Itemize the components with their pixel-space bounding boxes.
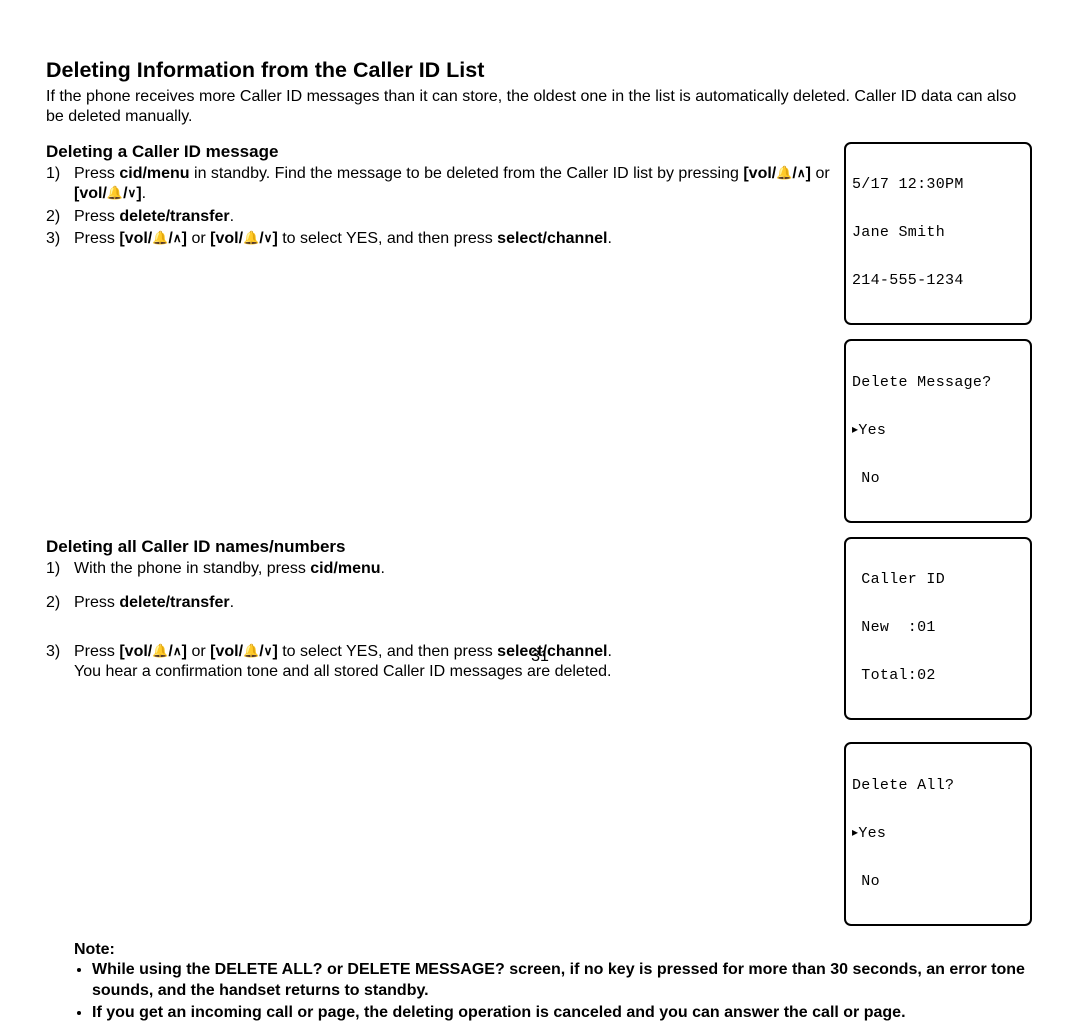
key-cid-menu: cid/menu (310, 560, 380, 577)
section-a-steps: Press cid/menu in standby. Find the mess… (46, 164, 836, 250)
bell-icon: 🔔 (776, 166, 792, 179)
chevron-up-icon: ∧ (173, 232, 182, 244)
key-delete-transfer: delete/transfer (119, 594, 229, 611)
section-b-body: Deleting all Caller ID names/numbers Wit… (46, 537, 844, 693)
lcd-line: No (852, 471, 1024, 487)
note-label: Note: (74, 941, 115, 958)
bell-icon: 🔔 (243, 231, 259, 244)
lcd-line: Jane Smith (852, 225, 1024, 241)
step-b1: With the phone in standby, press cid/men… (46, 559, 836, 591)
manual-page: Deleting Information from the Caller ID … (0, 0, 1080, 688)
lcd-delete-message-prompt: Delete Message? ▸Yes No (844, 339, 1032, 523)
section-b-heading: Deleting all Caller ID names/numbers (46, 537, 836, 557)
page-title: Deleting Information from the Caller ID … (46, 58, 1032, 83)
page-number: 31 (0, 648, 1080, 666)
lcd-line: ▸Yes (852, 826, 1024, 842)
bell-icon: 🔔 (107, 186, 123, 199)
intro-paragraph: If the phone receives more Caller ID mes… (46, 87, 1032, 128)
key-vol-up: [vol/🔔/∧] (119, 230, 187, 247)
step-a1: Press cid/menu in standby. Find the mess… (46, 164, 836, 205)
section-a-screens: 5/17 12:30PM Jane Smith 214-555-1234 Del… (844, 142, 1032, 537)
bell-icon: 🔔 (152, 231, 168, 244)
lcd-delete-all-prompt: Delete All? ▸Yes No (844, 742, 1032, 926)
section-delete-all: Deleting all Caller ID names/numbers Wit… (46, 537, 1032, 940)
section-a-body: Deleting a Caller ID message Press cid/m… (46, 142, 844, 260)
note-list: While using the DELETE ALL? or DELETE ME… (74, 960, 1032, 1023)
step-a3: Press [vol/🔔/∧] or [vol/🔔/∨] to select Y… (46, 229, 836, 249)
lcd-caller-id-summary: Caller ID New :01 Total:02 (844, 537, 1032, 721)
section-a-heading: Deleting a Caller ID message (46, 142, 836, 162)
lcd-line: Caller ID (852, 572, 1024, 588)
step-a2: Press delete/transfer. (46, 207, 836, 227)
section-b-screens: Caller ID New :01 Total:02 Delete All? ▸… (844, 537, 1032, 940)
key-vol-down: [vol/🔔/∨] (210, 230, 278, 247)
section-delete-single: Deleting a Caller ID message Press cid/m… (46, 142, 1032, 537)
lcd-line: No (852, 874, 1024, 890)
note-block: Note: While using the DELETE ALL? or DEL… (74, 940, 1032, 1024)
lcd-line: ▸Yes (852, 423, 1024, 439)
key-vol-down: [vol/🔔/∨] (74, 185, 142, 202)
key-vol-up: [vol/🔔/∧] (743, 165, 811, 182)
lcd-line: 214-555-1234 (852, 273, 1024, 289)
step-b2: Press delete/transfer. (46, 593, 836, 639)
lcd-caller-id-entry: 5/17 12:30PM Jane Smith 214-555-1234 (844, 142, 1032, 326)
lcd-line: New :01 (852, 620, 1024, 636)
key-cid-menu: cid/menu (119, 165, 189, 182)
lcd-line: Delete All? (852, 778, 1024, 794)
note-item: While using the DELETE ALL? or DELETE ME… (92, 960, 1032, 1001)
lcd-line: 5/17 12:30PM (852, 177, 1024, 193)
key-delete-transfer: delete/transfer (119, 208, 229, 225)
lcd-line: Total:02 (852, 668, 1024, 684)
note-item: If you get an incoming call or page, the… (92, 1003, 1032, 1023)
lcd-line: Delete Message? (852, 375, 1024, 391)
chevron-down-icon: ∨ (128, 187, 137, 199)
chevron-up-icon: ∧ (797, 167, 806, 179)
key-select-channel: select/channel (497, 230, 607, 247)
